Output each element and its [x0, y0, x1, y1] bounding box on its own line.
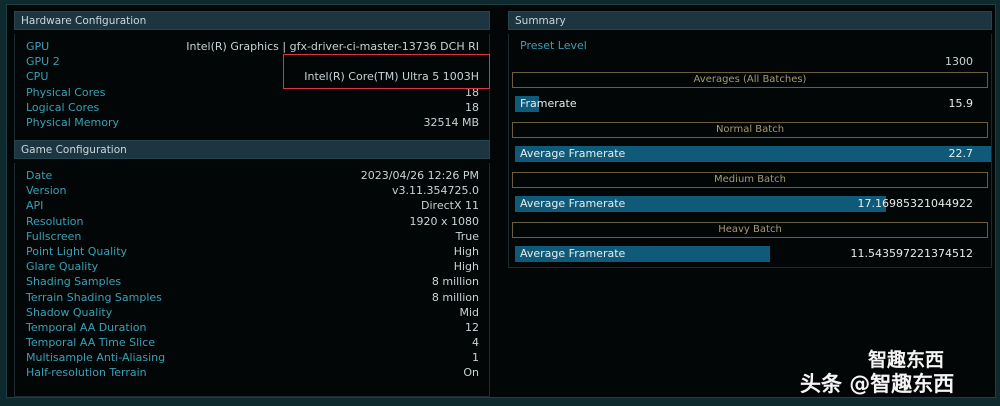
config-key: Physical Cores: [26, 85, 106, 99]
config-key: Logical Cores: [26, 100, 100, 114]
config-value: 4: [472, 336, 479, 350]
framerate-value: 17.16985321044922: [857, 197, 973, 210]
config-key: Physical Memory: [26, 115, 119, 129]
config-value: Intel(R) Graphics | gfx-driver-ci-master…: [186, 40, 479, 53]
batch-section-header: Medium Batch: [512, 172, 988, 188]
config-row: Resolution 1920 x 1080: [15, 214, 489, 229]
framerate-bar: Average Framerate 11.543597221374512: [515, 246, 991, 262]
hardware-header: Hardware Configuration: [14, 11, 490, 30]
config-row: Fullscreen True: [15, 229, 489, 244]
config-key: Terrain Shading Samples: [26, 290, 162, 304]
framerate-bar: Average Framerate 22.7: [515, 146, 991, 162]
config-key: Point Light Quality: [26, 244, 128, 258]
config-value: True: [455, 229, 479, 243]
config-key: Version: [26, 184, 67, 198]
config-value: 1: [472, 351, 479, 365]
config-row: Point Light Quality High: [15, 244, 489, 259]
config-key: Temporal AA Time Slice: [26, 336, 156, 350]
config-key: Shadow Quality: [26, 305, 113, 319]
summary-header: Summary: [508, 11, 992, 30]
framerate-value: 22.7: [948, 147, 974, 160]
config-row: Glare Quality High: [15, 259, 489, 274]
config-value: DirectX 11: [421, 199, 479, 213]
config-key: Multisample Anti-Aliasing: [26, 351, 166, 365]
batch-section-header: Averages (All Batches): [512, 72, 988, 88]
config-key: API: [26, 199, 44, 213]
framerate-value: 15.9: [948, 97, 974, 110]
config-row: Shadow Quality Mid: [15, 305, 489, 320]
config-value: 1920 x 1080: [409, 214, 480, 228]
framerate-value: 11.543597221374512: [850, 247, 973, 260]
config-row: Date 2023/04/26 12:26 PM: [15, 168, 489, 183]
game-panel: Game Configuration Date 2023/04/26 12:26 …: [14, 140, 490, 397]
config-value: 12: [465, 320, 479, 334]
config-row: Temporal AA Time Slice 4: [15, 335, 489, 350]
framerate-label: Average Framerate: [520, 247, 626, 260]
config-value: High: [453, 244, 479, 258]
config-value: v3.11.354725.0: [392, 184, 479, 198]
config-row: Multisample Anti-Aliasing 1: [15, 350, 489, 365]
config-key: Shading Samples: [26, 275, 122, 289]
config-row: Shading Samples 8 million: [15, 274, 489, 289]
watermark-line2: 头条 @智趣东西: [800, 372, 955, 396]
config-row: Physical Memory 32514 MB: [15, 115, 489, 130]
preset-level-label: Preset Level: [520, 39, 587, 52]
config-key: Date: [26, 169, 53, 182]
config-value: High: [453, 260, 479, 274]
config-row: Terrain Shading Samples 8 million: [15, 290, 489, 305]
config-value: 8 million: [431, 290, 479, 304]
config-key: Fullscreen: [26, 229, 82, 243]
config-value: 18: [465, 100, 479, 114]
framerate-label: Average Framerate: [520, 197, 626, 210]
framerate-label: Average Framerate: [520, 147, 626, 160]
preset-level-value: 1300: [945, 55, 973, 68]
config-value: On: [463, 366, 479, 380]
batch-section-header: Heavy Batch: [512, 222, 988, 238]
framerate-bar: Average Framerate 17.16985321044922: [515, 196, 991, 212]
game-header: Game Configuration: [14, 140, 490, 159]
batch-section-header: Normal Batch: [512, 122, 988, 138]
config-row: Half-resolution Terrain On: [15, 365, 489, 380]
cpu-highlight-box: [283, 54, 490, 89]
config-value: 32514 MB: [423, 115, 479, 129]
summary-panel: Summary Preset Level 1300 Averages (All …: [508, 11, 992, 268]
config-row: Temporal AA Duration 12: [15, 320, 489, 335]
config-row: API DirectX 11: [15, 198, 489, 213]
game-list: Date 2023/04/26 12:26 PM Version v3.11.3547…: [14, 163, 490, 397]
hardware-list: GPU Intel(R) Graphics | gfx-driver-ci-mas…: [14, 34, 490, 145]
framerate-bar: Framerate 15.9: [515, 96, 991, 112]
config-row: Logical Cores 18: [15, 100, 489, 115]
framerate-label: Framerate: [520, 97, 577, 110]
config-value: Mid: [459, 305, 479, 319]
config-key: Temporal AA Duration: [26, 320, 147, 334]
config-row: Version v3.11.354725.0: [15, 183, 489, 198]
config-key: GPU 2: [26, 55, 60, 69]
config-key: Glare Quality: [26, 260, 99, 274]
config-key: Half-resolution Terrain: [26, 366, 147, 380]
config-value: 8 million: [431, 275, 479, 289]
config-value: 2023/04/26 12:26 PM: [360, 169, 479, 182]
config-key: Resolution: [26, 214, 84, 228]
config-key: GPU: [26, 40, 50, 53]
config-row: GPU Intel(R) Graphics | gfx-driver-ci-mas…: [15, 39, 489, 54]
config-key: CPU: [26, 70, 49, 84]
